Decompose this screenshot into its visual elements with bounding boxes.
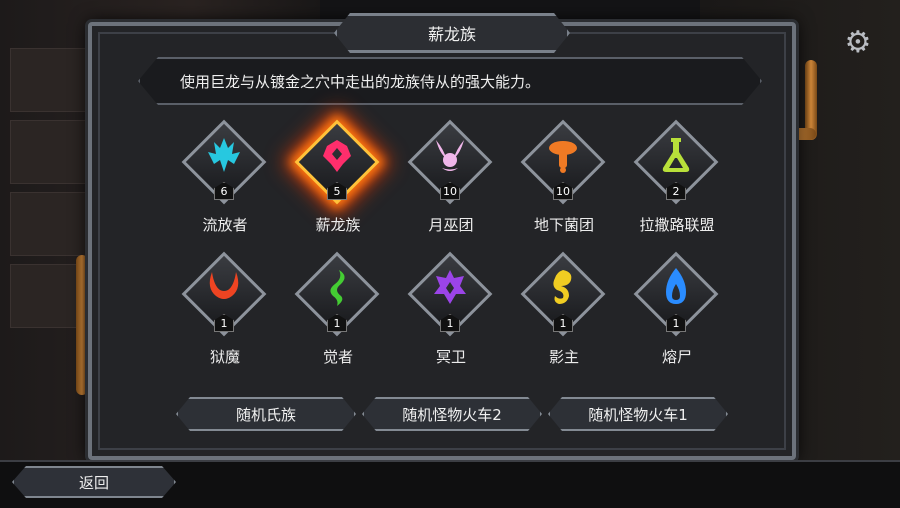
- back-button[interactable]: 返回: [12, 466, 176, 498]
- clan-option[interactable]: 5 薪龙族: [283, 119, 393, 250]
- clan-option[interactable]: 10 地下菌团: [509, 119, 619, 250]
- underground-fungus-icon: [549, 141, 577, 173]
- clan-option[interactable]: 1 冥卫: [396, 251, 506, 382]
- clan-name-label: 流放者: [202, 216, 248, 234]
- clan-name-label: 拉撒路联盟: [639, 216, 715, 234]
- clan-name-label: 月巫团: [428, 216, 474, 234]
- clan-diamond-frame: 1: [294, 251, 380, 337]
- clan-diamond-frame: 5: [294, 119, 380, 205]
- exiles-icon: [208, 138, 240, 172]
- clan-name-label: 熔尸: [661, 348, 692, 366]
- dragon-clan-icon: [323, 140, 351, 172]
- clan-diamond-frame: 1: [407, 251, 493, 337]
- clan-diamond-frame: 1: [633, 251, 719, 337]
- melting-flame-icon: [666, 268, 686, 304]
- clan-diamond-frame: 10: [407, 119, 493, 205]
- moon-coven-icon: [436, 140, 464, 171]
- clan-option[interactable]: 1 影主: [509, 251, 619, 382]
- dialog-title: 薪龙族: [334, 13, 570, 53]
- random-monster-train-1-button[interactable]: 随机怪物火车1: [548, 397, 728, 431]
- clan-name-label: 狱魔: [209, 348, 240, 366]
- lazarus-flask-icon: [662, 138, 690, 172]
- awoken-icon: [330, 270, 345, 306]
- clan-name-label: 冥卫: [435, 348, 466, 366]
- umbra-icon: [553, 270, 572, 304]
- stygian-icon: [434, 270, 466, 304]
- copper-pipe-decoration: [76, 255, 88, 395]
- clan-name-label: 地下菌团: [533, 216, 594, 234]
- clan-option[interactable]: 10 月巫团: [396, 119, 506, 250]
- clan-diamond-frame: 10: [520, 119, 606, 205]
- clan-option[interactable]: 1 狱魔: [170, 251, 280, 382]
- clan-name-label: 薪龙族: [315, 216, 361, 234]
- clan-name-label: 觉者: [322, 348, 353, 366]
- clan-description: 使用巨龙与从镀金之穴中走出的龙族侍从的强大能力。: [138, 57, 762, 105]
- hellhorned-icon: [209, 272, 239, 299]
- clan-option[interactable]: 6 流放者: [170, 119, 280, 250]
- random-clan-button[interactable]: 随机氏族: [176, 397, 356, 431]
- clan-option[interactable]: 1 熔尸: [622, 251, 732, 382]
- clan-diamond-frame: 1: [520, 251, 606, 337]
- clan-diamond-frame: 2: [633, 119, 719, 205]
- clan-diamond-frame: 6: [181, 119, 267, 205]
- clan-name-label: 影主: [548, 348, 579, 366]
- settings-gear-icon[interactable]: ⚙: [838, 22, 878, 62]
- random-monster-train-2-button[interactable]: 随机怪物火车2: [362, 397, 542, 431]
- clan-diamond-frame: 1: [181, 251, 267, 337]
- clan-option[interactable]: 1 觉者: [283, 251, 393, 382]
- clan-option[interactable]: 2 拉撒路联盟: [622, 119, 732, 250]
